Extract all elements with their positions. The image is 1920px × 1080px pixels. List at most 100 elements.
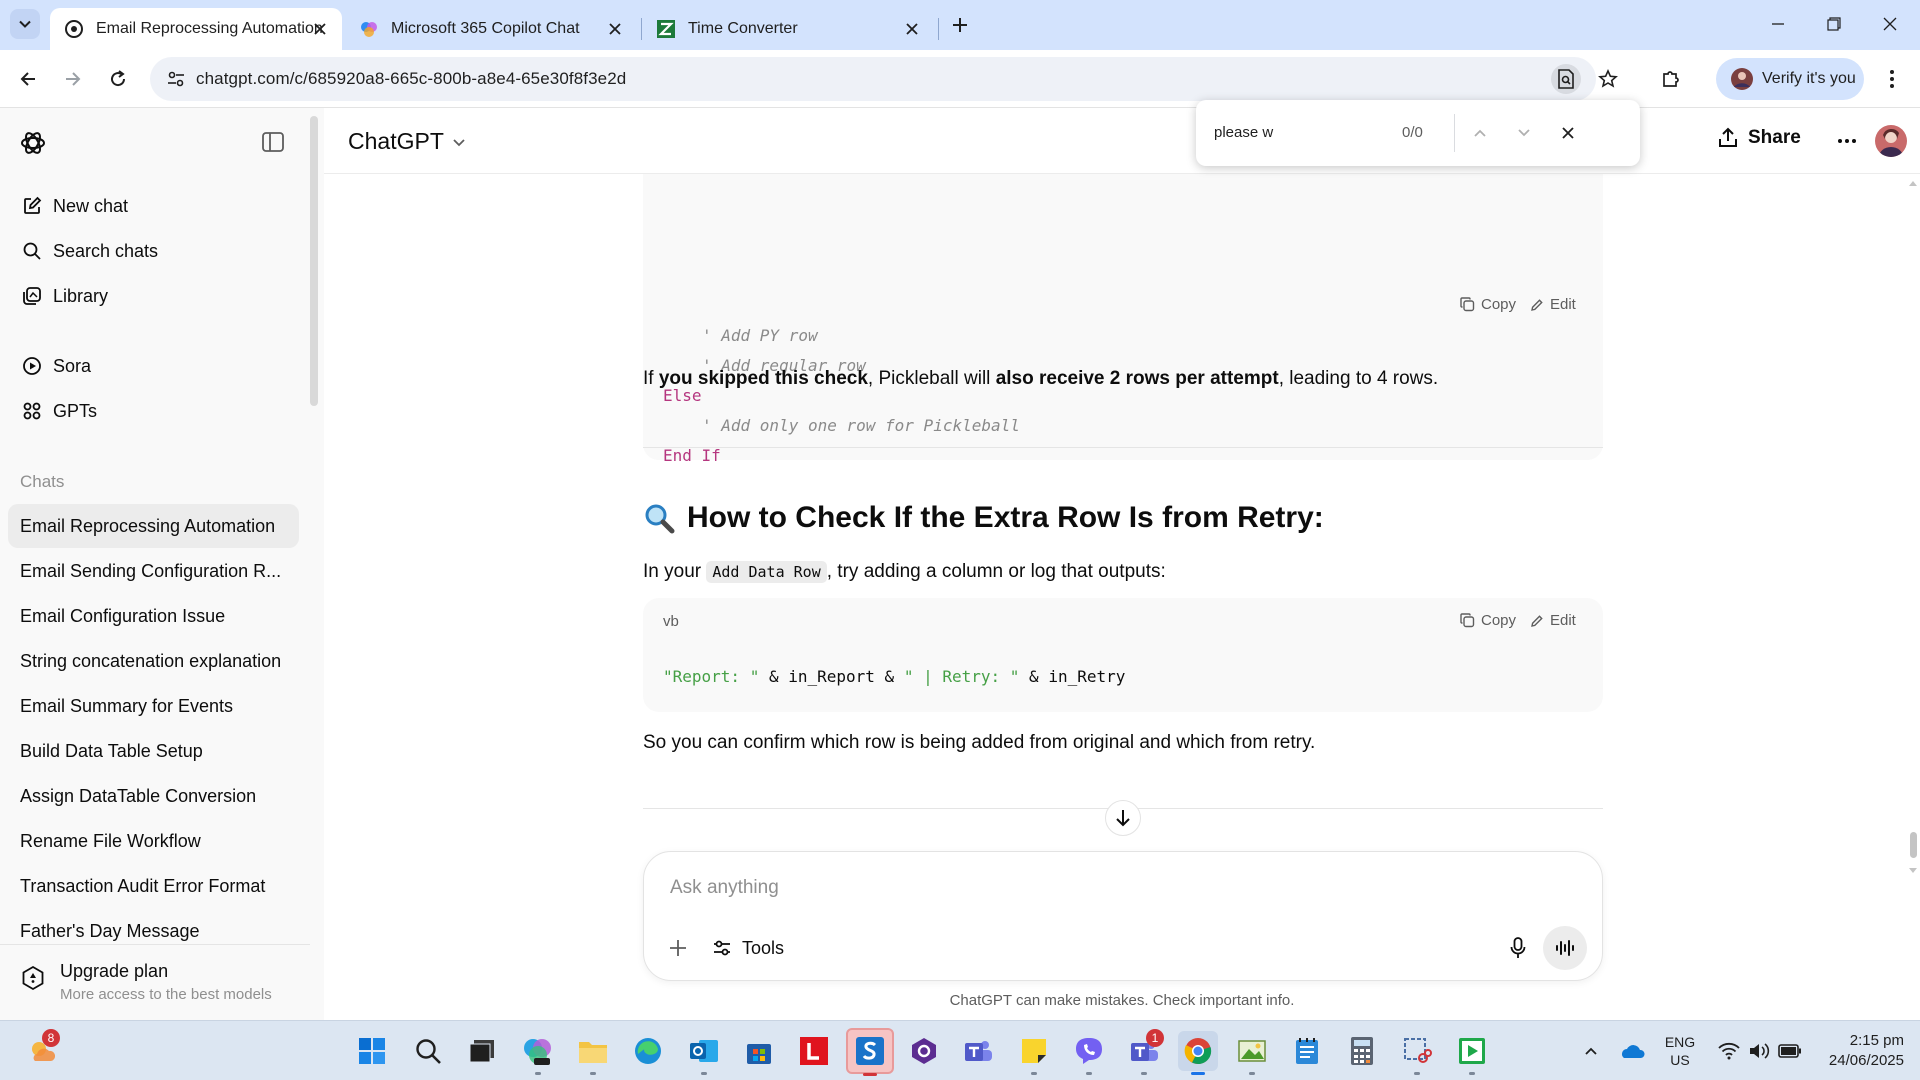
close-tab-icon[interactable] [310,19,330,39]
m365-app[interactable] [518,1031,558,1075]
clock[interactable]: 2:15 pm 24/06/2025 [1814,1031,1904,1071]
tools-button[interactable]: Tools [712,934,784,962]
address-bar[interactable]: chatgpt.com/c/685920a8-665c-800b-a8e4-65… [150,57,1618,101]
m365-icon [524,1039,551,1065]
gpts-button[interactable]: GPTs [10,390,298,432]
teams-app[interactable] [958,1031,998,1071]
new-chat-button[interactable]: New chat [10,185,298,227]
copy-code-button[interactable]: Copy [1460,296,1516,313]
running-indicator [1414,1072,1420,1075]
quick-settings-button[interactable] [1712,1031,1808,1071]
sidebar-item-label: Sora [53,355,92,376]
language-indicator[interactable]: ENG US [1660,1033,1700,1069]
avatar[interactable] [1875,125,1907,157]
viber-app[interactable] [1069,1031,1109,1075]
snipping-tool-app[interactable] [1397,1031,1437,1075]
share-upload-icon [1719,127,1737,147]
edit-code-button[interactable]: Edit [1530,296,1576,313]
s-app[interactable] [846,1028,894,1076]
close-window-button[interactable] [1862,0,1918,48]
back-button[interactable] [12,63,44,95]
l-app[interactable] [794,1031,834,1071]
tab-copilot[interactable]: Microsoft 365 Copilot Chat [345,8,637,50]
chrome-app[interactable] [1178,1031,1218,1075]
taskbar-search-button[interactable] [408,1031,448,1071]
find-divider [1454,114,1455,152]
prompt-input[interactable]: Ask anything [670,877,779,899]
openai-logo-icon[interactable] [20,130,46,156]
voice-mode-button[interactable] [1543,926,1587,970]
chatgpt-icon [64,19,84,39]
task-view-button[interactable] [462,1031,502,1071]
tools-sliders-icon [714,940,730,956]
library-button[interactable]: Library [10,275,298,317]
extensions-button[interactable] [1655,63,1687,95]
scroll-down-arrow-icon[interactable] [1906,864,1920,876]
chat-item[interactable]: Transaction Audit Error Format [8,864,299,908]
sidebar-scrollbar[interactable] [310,116,318,406]
scrollbar-thumb[interactable] [1910,832,1917,858]
search-chats-button[interactable]: Search chats [10,230,298,272]
file-explorer-app[interactable] [573,1031,613,1075]
copy-code-button[interactable] [1783,196,1803,210]
tab-title: Time Converter [688,20,798,37]
photo-app[interactable] [1232,1031,1272,1075]
show-hidden-icons-button[interactable] [1576,1031,1606,1071]
bookmark-star-icon[interactable] [1593,64,1623,94]
new-tab-button[interactable] [944,9,976,41]
notepad-app[interactable] [1287,1031,1327,1071]
browser-menu-button[interactable] [1876,63,1908,95]
tab-email-reprocessing[interactable]: Email Reprocessing Automation [50,8,342,50]
edit-code-button[interactable]: Edit [1530,612,1576,629]
hexagon-app[interactable] [904,1031,944,1071]
chat-item[interactable]: Email Reprocessing Automation [8,504,299,548]
verify-profile-button[interactable]: Verify it's you [1716,58,1864,100]
reload-button[interactable] [102,63,134,95]
site-settings-icon[interactable] [166,69,186,89]
dictate-button[interactable] [1504,934,1532,962]
scroll-to-bottom-button[interactable] [1105,800,1141,836]
close-sidebar-icon[interactable] [262,132,284,152]
outlook-app[interactable] [684,1031,724,1075]
scroll-up-arrow-icon[interactable] [1906,178,1920,190]
find-previous-button[interactable] [1468,121,1492,145]
add-attachment-button[interactable] [664,934,692,962]
find-next-button[interactable] [1512,121,1536,145]
chat-item[interactable]: Build Data Table Setup [8,729,299,773]
tab-strip: Email Reprocessing Automation Microsoft … [0,0,1920,50]
tab-time-converter[interactable]: Time Converter [642,8,934,50]
plus-icon [670,940,686,956]
sticky-notes-app[interactable] [1014,1031,1054,1075]
forward-button[interactable] [57,63,89,95]
share-button[interactable]: Share [1718,127,1801,149]
edge-app[interactable] [628,1031,668,1071]
tab-search-button[interactable] [10,9,40,39]
find-close-button[interactable] [1556,121,1580,145]
main-scrollbar[interactable] [1906,108,1920,1020]
find-in-page-icon[interactable] [1551,64,1581,94]
start-button[interactable] [352,1031,392,1071]
media-player-app[interactable] [1452,1031,1492,1075]
chat-item[interactable]: String concatenation explanation [8,639,299,683]
chat-item[interactable]: Email Summary for Events [8,684,299,728]
minimize-button[interactable] [1750,0,1806,48]
chat-item[interactable]: Assign DataTable Conversion [8,774,299,818]
more-options-button[interactable] [1832,130,1862,152]
calculator-app[interactable] [1342,1031,1382,1071]
chat-item[interactable]: Rename File Workflow [8,819,299,863]
model-selector[interactable]: ChatGPT [348,128,466,155]
teams-app[interactable]: 1 [1124,1029,1164,1075]
copy-code-button[interactable]: Copy [1460,612,1516,629]
sora-button[interactable]: Sora [10,345,298,387]
tab-separator [938,18,939,40]
weather-widget[interactable]: 8 [22,1029,62,1071]
chat-item[interactable]: Email Configuration Issue [8,594,299,638]
upgrade-plan-button[interactable]: Upgrade plan More access to the best mod… [0,944,310,1020]
find-input[interactable]: please w [1214,124,1273,141]
chat-item[interactable]: Email Sending Configuration R... [8,549,299,593]
store-app[interactable] [739,1031,779,1071]
close-tab-icon[interactable] [902,19,922,39]
onedrive-button[interactable] [1614,1031,1650,1071]
restore-button[interactable] [1806,0,1862,48]
close-tab-icon[interactable] [605,19,625,39]
